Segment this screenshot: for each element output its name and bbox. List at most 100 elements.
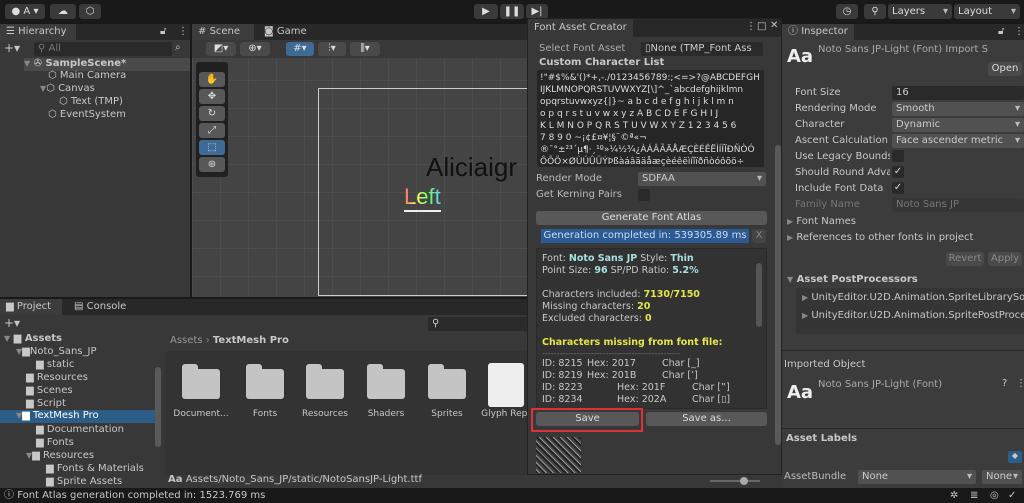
grid-snap-button[interactable]: #▾	[286, 42, 314, 56]
list-item[interactable]: ▼⬡ Canvas	[40, 83, 95, 94]
references-foldout[interactable]: ▶ References to other fonts in project	[787, 232, 973, 243]
lock-icon[interactable]: 🔓︎	[160, 26, 166, 37]
generate-font-atlas-button[interactable]: Generate Font Atlas	[536, 211, 767, 225]
info-scrollbar[interactable]	[756, 263, 762, 327]
transform-tool[interactable]: ⊛	[199, 157, 225, 172]
hierarchy-search[interactable]: ⚲ All	[34, 42, 172, 56]
document-icon[interactable]	[488, 363, 524, 407]
cloud-icon[interactable]: ☁	[50, 4, 76, 19]
field-value[interactable]: 16	[892, 86, 1024, 100]
render-mode-dropdown[interactable]: SDFAA	[638, 172, 766, 186]
move-tool[interactable]: ✥	[199, 89, 225, 104]
play-button[interactable]: ▶	[474, 4, 498, 19]
folder-icon[interactable]	[306, 364, 344, 399]
pause-button[interactable]: ❚❚	[500, 4, 524, 19]
scale-tool[interactable]: ⤢	[199, 123, 225, 138]
field-value[interactable]: Dynamic	[892, 118, 1024, 132]
help-icon[interactable]: ?	[1002, 378, 1007, 389]
rotate-tool[interactable]: ↻	[199, 106, 225, 121]
tree-item[interactable]: ▼▆ TextMesh Pro	[0, 410, 155, 423]
folder-icon[interactable]	[182, 364, 220, 399]
project-search[interactable]: ⚲	[428, 317, 538, 331]
field-value[interactable]: Smooth	[892, 102, 1024, 116]
maximize-icon[interactable]: □	[757, 21, 766, 32]
tree-item[interactable]: ▆ Fonts	[36, 437, 74, 448]
debug-icon[interactable]: ✲	[950, 488, 958, 503]
tab-console[interactable]: ▤ Console	[68, 299, 132, 315]
custom-character-list-textarea[interactable]: !"#$%&'()*+,-./0123456789:;<=>?@ABCDEFGH…	[537, 70, 764, 167]
lock-icon[interactable]: 🔓︎	[998, 26, 1004, 37]
tree-item[interactable]: ▆ Documentation	[36, 424, 124, 435]
tree-item[interactable]: ▼▆Noto_Sans_JP	[16, 346, 97, 357]
tree-scrollbar[interactable]	[155, 367, 161, 447]
field-checkbox[interactable]: ✓	[892, 166, 904, 178]
breadcrumb-assets[interactable]: Assets	[170, 335, 203, 346]
atlas-preview[interactable]	[536, 437, 581, 473]
tab-hierarchy[interactable]: ☰ Hierarchy	[0, 24, 76, 40]
fac-scrollbar[interactable]	[775, 145, 781, 445]
history-icon[interactable]: ◷	[836, 4, 858, 19]
tree-item[interactable]: ▆ Script	[26, 398, 66, 409]
field-checkbox[interactable]	[892, 150, 904, 162]
kerning-checkbox[interactable]	[638, 189, 650, 201]
scene-text-alicia[interactable]: Aliciaigr	[426, 152, 517, 183]
label-tag-icon[interactable]: ◆	[1008, 451, 1022, 463]
add-asset-button[interactable]: +▾	[4, 316, 20, 330]
search-icon[interactable]: ⚲	[864, 4, 886, 19]
tree-item[interactable]: ▆ Fonts & Materials	[46, 463, 144, 474]
scene-text-left[interactable]: Left	[404, 184, 441, 212]
font-names-foldout[interactable]: ▶ Font Names	[787, 216, 856, 227]
draw-mode-dropdown[interactable]: ◩▾	[206, 42, 236, 56]
stack-icon[interactable]: ≣	[970, 488, 978, 503]
eye-icon[interactable]: ◎	[990, 488, 999, 503]
folder-icon[interactable]	[367, 364, 405, 399]
open-button[interactable]: Open	[988, 62, 1022, 76]
assetbundle-variant-dropdown[interactable]: None	[982, 470, 1022, 484]
assetbundle-dropdown[interactable]: None	[858, 470, 976, 484]
folder-icon[interactable]	[428, 364, 466, 399]
revert-button[interactable]: Revert	[946, 252, 984, 266]
save-as-button[interactable]: Save as...	[646, 412, 767, 426]
tree-item[interactable]: ▆ static	[36, 359, 74, 370]
layers-dropdown[interactable]: Layers	[888, 4, 952, 19]
gizmo-dropdown[interactable]: ⊕▾	[240, 42, 270, 56]
tab-game[interactable]: ◙ Game	[258, 24, 313, 40]
align-button[interactable]: ⫼▾	[350, 42, 380, 56]
list-item[interactable]: ⬡ EventSystem	[48, 109, 126, 120]
progress-close-button[interactable]: X	[752, 229, 766, 243]
snap-increment-button[interactable]: ⫶▾	[318, 42, 346, 56]
field-value[interactable]: Face ascender metric	[892, 134, 1024, 148]
hand-tool[interactable]: ✋	[199, 72, 225, 87]
list-item[interactable]: ⬡ Main Camera	[48, 70, 126, 81]
tree-item[interactable]: ▆ Scenes	[26, 385, 73, 396]
tab-inspector[interactable]: ⓘ Inspector	[782, 24, 854, 40]
breadcrumb-textmeshpro[interactable]: TextMesh Pro	[213, 335, 289, 346]
more-icon[interactable]: ⋮	[1016, 378, 1024, 389]
tree-item[interactable]: ▆ Sprite Assets	[46, 476, 122, 487]
step-button[interactable]: ▶|	[526, 4, 548, 19]
search-options-icon[interactable]: ⌕	[175, 42, 181, 53]
tab-font-asset-creator[interactable]: Font Asset Creator	[528, 19, 633, 37]
tree-item[interactable]: ▼▆ Resources	[26, 450, 94, 461]
list-item[interactable]: ▶ UnityEditor.U2D.Animation.SpritePostPr…	[802, 310, 1024, 321]
folder-icon[interactable]	[246, 364, 284, 399]
rect-tool[interactable]: ⬚	[199, 140, 225, 155]
collab-icon[interactable]: ⬡	[79, 4, 101, 19]
tab-scene[interactable]: # Scene	[192, 24, 254, 40]
apply-button[interactable]: Apply	[988, 252, 1022, 266]
more-icon[interactable]: ⋮	[1014, 26, 1024, 37]
layout-dropdown[interactable]: Layout	[954, 4, 1020, 19]
account-button[interactable]: ● A ▾	[5, 4, 45, 19]
select-font-asset-field[interactable]: ▯None (TMP_Font Ass	[641, 42, 763, 56]
list-item[interactable]: ⬡ Text (TMP)	[59, 96, 123, 107]
close-icon[interactable]: ✕	[770, 20, 778, 31]
postprocessors-foldout[interactable]: ▼ Asset PostProcessors	[787, 274, 918, 285]
check-icon[interactable]: ✓	[1008, 488, 1016, 503]
field-checkbox[interactable]: ✓	[892, 182, 904, 194]
more-icon[interactable]: ⋮	[178, 26, 188, 37]
tree-item[interactable]: ▼ ▆ Assets	[4, 333, 62, 344]
list-item[interactable]: ▶ UnityEditor.U2D.Animation.SpriteLibrar…	[802, 292, 1024, 303]
add-button[interactable]: +▾	[4, 41, 20, 55]
tab-project[interactable]: ▆ Project	[0, 299, 62, 315]
save-button[interactable]: Save	[536, 412, 639, 426]
